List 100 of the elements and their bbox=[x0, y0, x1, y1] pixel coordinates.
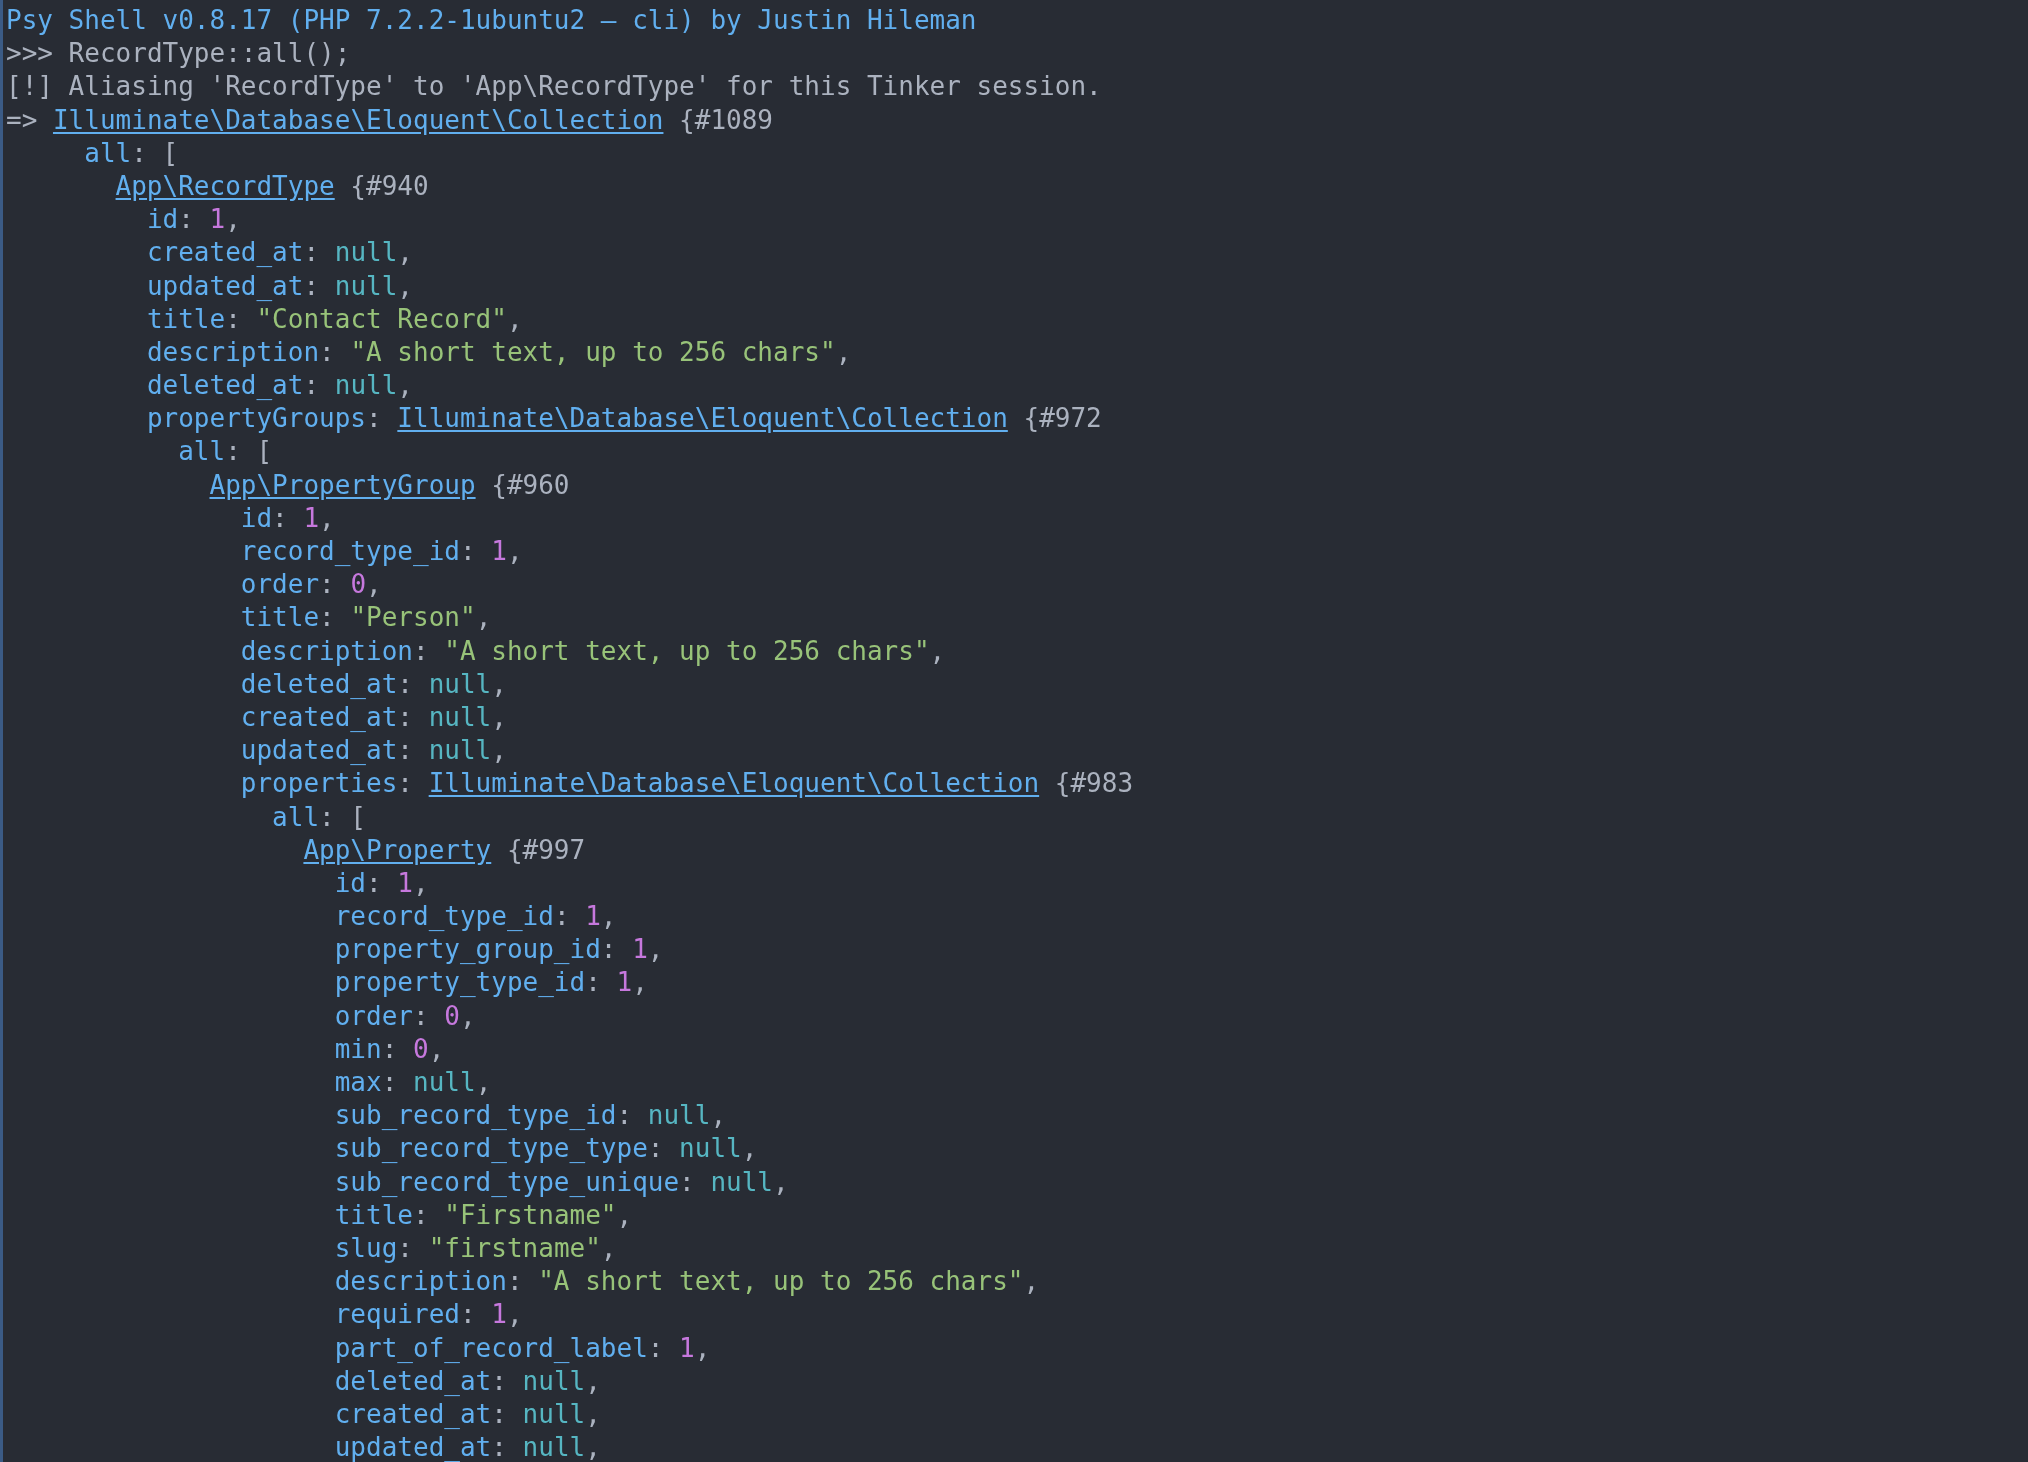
class-link[interactable]: App\Property bbox=[303, 834, 492, 865]
class-link[interactable]: App\PropertyGroup bbox=[209, 469, 476, 500]
property-key: property_group_id bbox=[334, 934, 601, 965]
property-key: description bbox=[146, 336, 320, 367]
punctuation: : bbox=[319, 602, 336, 633]
punctuation: , bbox=[319, 502, 335, 533]
object-id: {#940 bbox=[349, 170, 429, 201]
banner-text: Psy Shell v0.8.17 (PHP 7.2.2-1ubuntu2 — cli) by Justin Hileman bbox=[6, 5, 977, 35]
punctuation: : bbox=[491, 1365, 508, 1396]
null-value: null bbox=[334, 237, 398, 268]
number-value: 1 bbox=[491, 1299, 507, 1330]
punctuation: , bbox=[475, 1067, 492, 1097]
property-key: min bbox=[334, 1033, 382, 1064]
number-value: 1 bbox=[303, 502, 320, 533]
punctuation: : [ bbox=[319, 801, 367, 832]
property-key: properties bbox=[240, 768, 398, 799]
punctuation: , bbox=[647, 934, 664, 965]
class-link[interactable]: App\RecordType bbox=[115, 170, 335, 201]
null-value: null bbox=[334, 370, 398, 401]
punctuation: : bbox=[397, 735, 414, 766]
property-key: record_type_id bbox=[240, 536, 460, 566]
punctuation: : bbox=[553, 901, 571, 932]
null-value: null bbox=[413, 1067, 476, 1097]
property-key: order bbox=[240, 569, 320, 600]
class-link[interactable]: Illuminate\Database\Eloquent\Collection bbox=[428, 768, 1040, 799]
property-key: title bbox=[146, 303, 226, 334]
object-id: {#972 bbox=[1022, 403, 1102, 434]
property-key: id bbox=[334, 867, 367, 898]
punctuation: : bbox=[459, 1299, 477, 1330]
punctuation: : bbox=[397, 701, 414, 732]
punctuation: : bbox=[366, 403, 383, 434]
punctuation: , bbox=[835, 336, 852, 367]
property-key: sub_record_type_type bbox=[334, 1133, 648, 1164]
punctuation: : bbox=[506, 1266, 524, 1297]
punctuation: , bbox=[616, 1199, 633, 1230]
property-key: title bbox=[240, 602, 320, 633]
console-text: [!] Aliasing 'RecordType' to 'App\RecordType' for this Tinker session. bbox=[6, 71, 1102, 102]
punctuation: , bbox=[632, 967, 648, 998]
punctuation: , bbox=[506, 1299, 523, 1330]
punctuation: : bbox=[459, 536, 477, 566]
punctuation: , bbox=[773, 1166, 789, 1197]
string-value: "A short text, up to 256 chars" bbox=[444, 635, 930, 666]
console-text: => bbox=[6, 104, 39, 135]
punctuation: : bbox=[303, 237, 321, 268]
punctuation: : bbox=[413, 1000, 430, 1031]
punctuation: : bbox=[600, 934, 618, 965]
property-key: deleted_at bbox=[146, 370, 304, 401]
object-id: {#960 bbox=[490, 469, 570, 500]
null-value: null bbox=[522, 1398, 586, 1429]
property-key: title bbox=[334, 1199, 413, 1230]
punctuation: , bbox=[397, 270, 413, 301]
punctuation: : bbox=[319, 336, 336, 367]
object-id: {#997 bbox=[505, 834, 586, 865]
null-value: null bbox=[522, 1432, 586, 1462]
punctuation: , bbox=[741, 1133, 758, 1164]
punctuation: , bbox=[585, 1432, 601, 1462]
punctuation: : bbox=[585, 967, 602, 998]
class-link[interactable]: Illuminate\Database\Eloquent\Collection bbox=[397, 403, 1008, 434]
punctuation: : bbox=[303, 270, 321, 301]
punctuation: : bbox=[491, 1398, 508, 1429]
property-key: part_of_record_label bbox=[334, 1332, 648, 1363]
property-key: max bbox=[334, 1067, 382, 1097]
string-value: "firstname" bbox=[428, 1232, 601, 1263]
punctuation: , bbox=[585, 1365, 601, 1396]
punctuation: : bbox=[397, 668, 414, 699]
punctuation: , bbox=[475, 602, 492, 633]
punctuation: : [ bbox=[225, 436, 273, 467]
property-key: deleted_at bbox=[240, 668, 398, 699]
punctuation: , bbox=[459, 1000, 476, 1031]
property-key: all bbox=[272, 801, 320, 832]
number-value: 1 bbox=[585, 901, 601, 932]
number-value: 1 bbox=[616, 967, 633, 998]
punctuation: , bbox=[694, 1332, 711, 1363]
null-value: null bbox=[647, 1100, 711, 1131]
string-value: "Person" bbox=[350, 602, 476, 633]
property-key: sub_record_type_id bbox=[334, 1100, 617, 1131]
punctuation: , bbox=[491, 668, 507, 699]
punctuation: , bbox=[491, 735, 507, 766]
property-key: property_type_id bbox=[334, 967, 586, 998]
punctuation: : bbox=[679, 1166, 696, 1197]
punctuation: , bbox=[506, 536, 523, 566]
class-link[interactable]: Illuminate\Database\Eloquent\Collection bbox=[52, 104, 664, 135]
punctuation: , bbox=[413, 867, 429, 898]
number-value: 0 bbox=[350, 569, 367, 600]
punctuation: : bbox=[397, 1232, 414, 1263]
property-key: created_at bbox=[146, 237, 304, 268]
property-key: propertyGroups bbox=[146, 403, 367, 434]
property-key: id bbox=[146, 204, 179, 235]
property-key: required bbox=[334, 1299, 460, 1330]
null-value: null bbox=[334, 270, 398, 301]
property-key: slug bbox=[334, 1232, 398, 1263]
punctuation: , bbox=[428, 1033, 445, 1064]
null-value: null bbox=[428, 701, 492, 732]
punctuation: , bbox=[397, 370, 413, 401]
property-key: created_at bbox=[240, 701, 398, 732]
console-text: >>> RecordType::all(); bbox=[6, 38, 351, 69]
property-key: description bbox=[240, 635, 413, 666]
punctuation: : bbox=[319, 569, 336, 600]
punctuation: : bbox=[381, 1033, 399, 1064]
punctuation: : [ bbox=[131, 137, 179, 168]
